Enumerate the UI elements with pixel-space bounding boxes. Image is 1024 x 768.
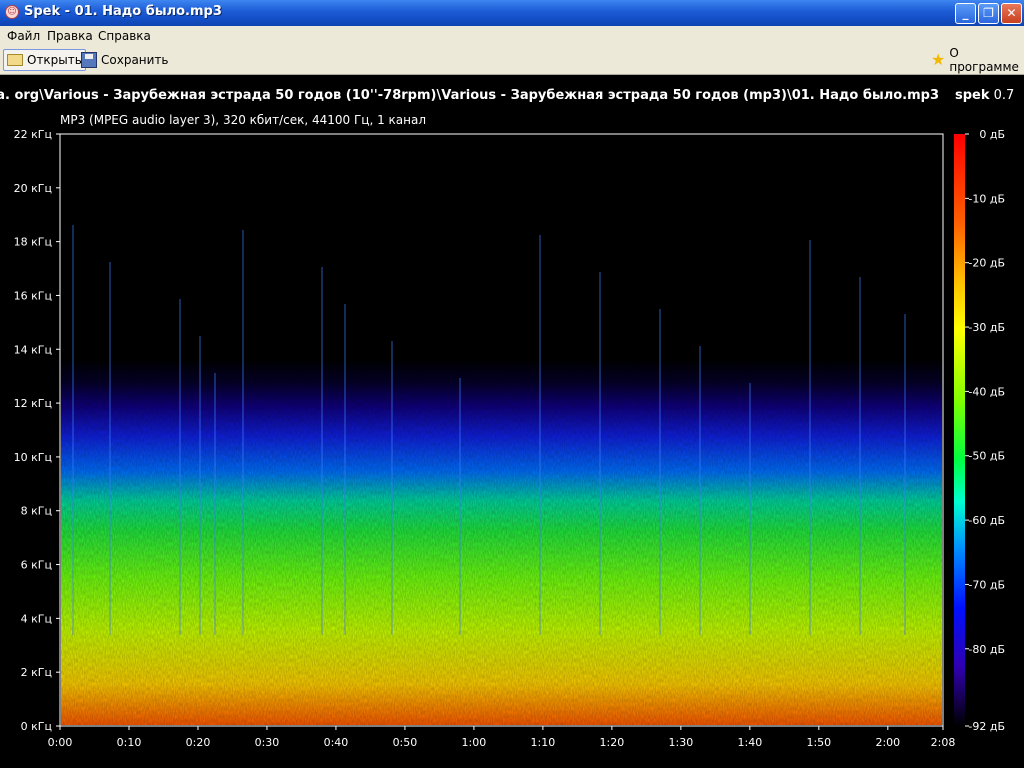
y-tick-label: 8 кГц [21,505,52,518]
menu-bar: Файл Правка Справка [0,26,1024,45]
file-path: ...ka. org\Various - Зарубежная эстрада … [0,88,939,103]
x-tick-label: 1:50 [806,736,831,749]
open-button-label: Открыть [27,53,82,67]
x-tick-label: 0:40 [324,736,349,749]
spek-app-icon[interactable]: ☺ [5,5,19,19]
save-button[interactable]: Сохранить [78,49,172,71]
about-button-label: О программе [949,46,1019,74]
x-tick-label: 2:08 [931,736,956,749]
y-tick-label: 10 кГц [14,451,52,464]
title-bar: ☺ Spek - 01. Надо было.mp3 _ ❐ ✕ [0,0,1024,26]
colorbar-tick-label: -60 дБ [968,514,1005,527]
y-tick-label: 16 кГц [14,289,52,302]
x-tick-label: 1:40 [737,736,762,749]
colorbar-tick-label: -40 дБ [968,385,1005,398]
save-button-label: Сохранить [101,53,169,67]
y-tick-label: 20 кГц [14,182,52,195]
x-tick-label: 0:50 [393,736,418,749]
brand-version: 0.7 [993,88,1015,103]
x-tick-label: 0:00 [48,736,73,749]
x-tick-label: 0:20 [186,736,211,749]
colorbar-tick-label: -80 дБ [968,643,1005,656]
about-button[interactable]: ★ О программе [928,46,1024,74]
y-tick-label: 18 кГц [14,236,52,249]
x-tick-label: 2:00 [875,736,900,749]
floppy-disk-icon [81,52,97,68]
colorbar-tick-label: -50 дБ [968,450,1005,463]
toolbar: Открыть Сохранить ★ О программе [0,45,1024,75]
y-tick-label: 6 кГц [21,559,52,572]
open-button[interactable]: Открыть [3,49,86,71]
y-axis: 0 кГц 2 кГц 4 кГц 6 кГц 8 кГц 10 кГц 12 кГц 14 … [14,128,60,733]
x-tick-label: 1:00 [462,736,487,749]
spek-brand: spek 0.7 [955,88,1014,103]
x-axis: 0:00 0:10 0:20 0:30 0:40 0:50 1:00 1:10 1:20 1:30… [48,726,956,749]
window-title: Spek - 01. Надо было.mp3 [24,4,222,19]
colorbar-tick-label: -70 дБ [968,578,1005,591]
y-tick-label: 2 кГц [21,666,52,679]
y-tick-label: 12 кГц [14,397,52,410]
colorbar-tick-label: -20 дБ [968,257,1005,270]
y-tick-label: 22 кГц [14,128,52,141]
colorbar-axis: 0 дБ -10 дБ -20 дБ -30 дБ -40 дБ -50 дБ -60 дБ… [965,128,1005,733]
brand-name: spek [955,88,990,103]
colorbar-tick-label: 0 дБ [979,128,1005,141]
open-folder-icon [7,54,23,66]
x-tick-label: 0:10 [117,736,142,749]
y-tick-label: 0 кГц [21,720,52,733]
maximize-button[interactable]: ❐ [978,3,999,24]
spectrogram-panel: 0:00 0:10 0:20 0:30 0:40 0:50 1:00 1:10 1:20 1:30… [0,75,1024,768]
colorbar-tick-label: -92 дБ [968,720,1005,733]
colorbar-tick-label: -30 дБ [968,321,1005,334]
x-tick-label: 0:30 [255,736,280,749]
spectrogram-chart: 0:00 0:10 0:20 0:30 0:40 0:50 1:00 1:10 1:20 1:30… [14,128,1005,749]
x-tick-label: 1:20 [600,736,625,749]
menu-edit[interactable]: Правка [47,29,93,43]
x-tick-label: 1:30 [669,736,694,749]
x-tick-label: 1:10 [531,736,556,749]
menu-help[interactable]: Справка [98,29,151,43]
minimize-button[interactable]: _ [955,3,976,24]
colorbar-tick-label: -10 дБ [968,192,1005,205]
y-tick-label: 4 кГц [21,612,52,625]
close-button[interactable]: ✕ [1001,3,1022,24]
y-tick-label: 14 кГц [14,343,52,356]
audio-info: MP3 (MPEG audio layer 3), 320 кбит/сек, … [60,113,427,127]
colorbar [954,134,965,726]
menu-file[interactable]: Файл [7,29,40,43]
star-icon: ★ [931,50,946,69]
